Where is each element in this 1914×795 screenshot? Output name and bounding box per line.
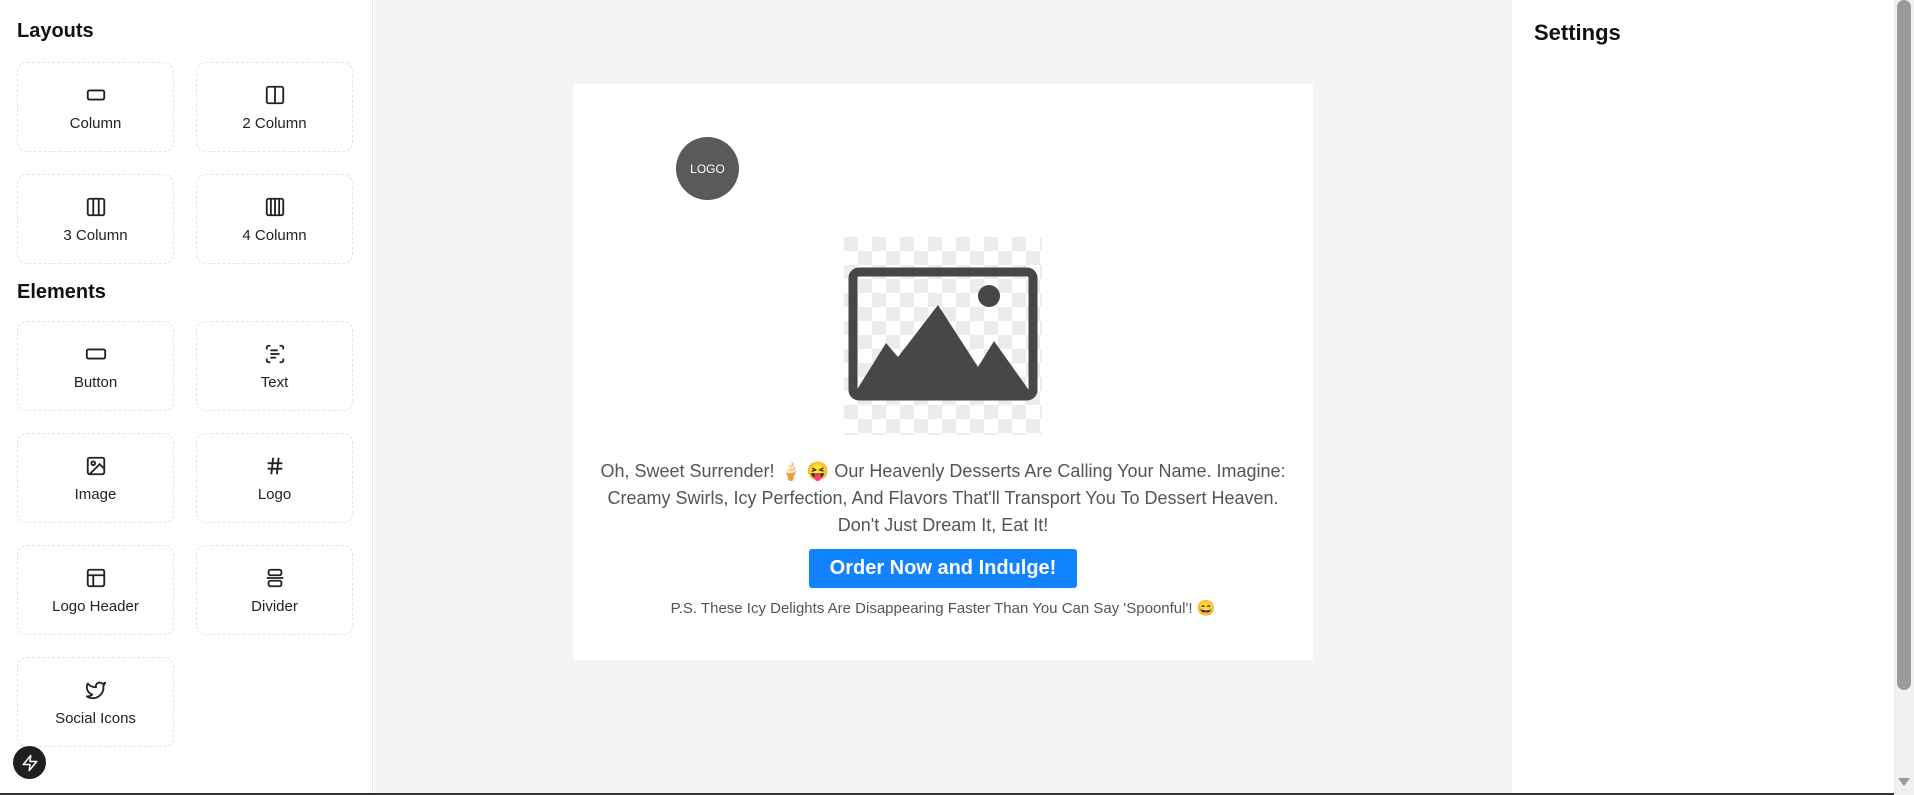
element-social-icons-tile[interactable]: Social Icons xyxy=(17,657,174,747)
element-logo-header-tile[interactable]: Logo Header xyxy=(17,545,174,635)
layout-two-column-tile[interactable]: 2 Column xyxy=(196,62,353,152)
twitter-icon xyxy=(84,678,108,702)
tile-label: Logo xyxy=(257,485,292,503)
tile-label: Button xyxy=(73,373,118,391)
image-icon xyxy=(84,454,108,478)
tile-label: Divider xyxy=(251,597,298,615)
image-placeholder[interactable] xyxy=(844,237,1042,435)
three-column-icon xyxy=(84,195,108,219)
layout-three-column-tile[interactable]: 3 Column xyxy=(17,174,174,264)
logo-header-icon xyxy=(84,566,108,590)
tile-label: Image xyxy=(74,485,117,503)
layout-column-tile[interactable]: Column xyxy=(17,62,174,152)
element-text-tile[interactable]: Text xyxy=(196,321,353,411)
settings-title: Settings xyxy=(1534,20,1621,45)
tile-label: Logo Header xyxy=(52,597,139,615)
layouts-title: Layouts xyxy=(17,20,94,42)
email-logo[interactable]: LOGO xyxy=(676,137,739,200)
text-icon xyxy=(263,342,287,366)
column-icon xyxy=(84,83,108,107)
hash-icon xyxy=(263,454,287,478)
element-divider-tile[interactable]: Divider xyxy=(196,545,353,635)
email-body-text[interactable]: Oh, Sweet Surrender! 🍦 😝 Our Heavenly De… xyxy=(600,458,1286,539)
image-placeholder-icon xyxy=(844,237,1042,435)
button-icon xyxy=(84,342,108,366)
scrollbar-thumb[interactable] xyxy=(1897,0,1911,690)
element-button-tile[interactable]: Button xyxy=(17,321,174,411)
bolt-icon xyxy=(21,754,39,772)
tile-label: 4 Column xyxy=(242,226,307,244)
email-ps-text[interactable]: P.S. These Icy Delights Are Disappearing… xyxy=(600,599,1286,617)
divider-icon xyxy=(263,566,287,590)
bolt-button[interactable] xyxy=(13,746,46,779)
element-logo-tile[interactable]: Logo xyxy=(196,433,353,523)
two-column-icon xyxy=(263,83,287,107)
element-image-tile[interactable]: Image xyxy=(17,433,174,523)
tile-label: Column xyxy=(69,114,122,132)
scroll-down-arrow-icon[interactable] xyxy=(1898,778,1910,786)
tile-label: 2 Column xyxy=(242,114,307,132)
sidebar: Layouts Column 2 Column 3 Column 4 Colum… xyxy=(0,0,373,795)
order-now-button[interactable]: Order Now and Indulge! xyxy=(809,549,1077,588)
elements-title: Elements xyxy=(17,281,106,303)
four-column-icon xyxy=(263,195,287,219)
layout-four-column-tile[interactable]: 4 Column xyxy=(196,174,353,264)
tile-label: Text xyxy=(260,373,289,391)
tile-label: 3 Column xyxy=(63,226,128,244)
tile-label: Social Icons xyxy=(55,709,136,727)
scrollbar[interactable] xyxy=(1894,0,1914,795)
settings-panel: Settings xyxy=(1512,0,1894,795)
